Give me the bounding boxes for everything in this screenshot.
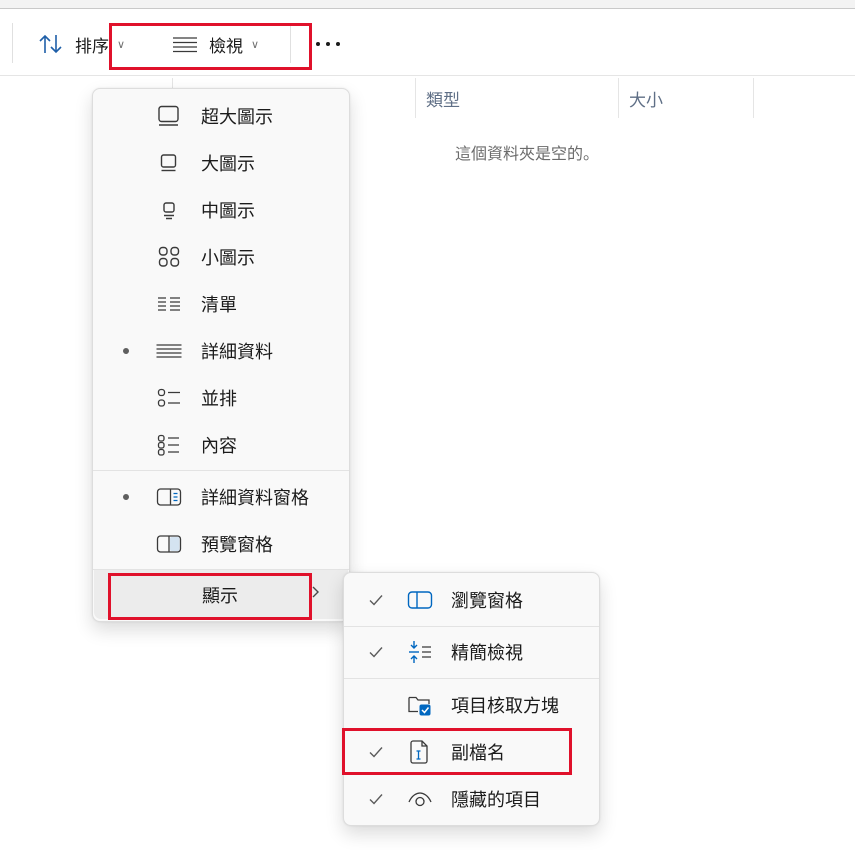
column-header-size[interactable]: 大小 xyxy=(619,78,753,118)
menu-separator xyxy=(344,678,599,679)
more-dot xyxy=(326,42,330,46)
empty-folder-message: 這個資料夾是空的。 xyxy=(455,144,600,163)
tiles-icon xyxy=(156,386,182,410)
menu-item-medium-icons[interactable]: 中圖示 xyxy=(93,188,349,232)
checkmark-icon xyxy=(368,644,384,660)
menu-item-label: 大圖示 xyxy=(201,154,255,175)
navigation-pane-icon xyxy=(407,588,433,612)
menu-item-label: 內容 xyxy=(201,436,237,457)
submenu-item-label: 項目核取方塊 xyxy=(451,696,559,717)
menu-item-large-icons[interactable]: 大圖示 xyxy=(93,141,349,185)
more-options-button[interactable] xyxy=(314,40,342,48)
menu-item-details[interactable]: 詳細資料 xyxy=(93,329,349,373)
small-icons-icon xyxy=(156,245,182,269)
menu-item-label: 詳細資料 xyxy=(201,342,273,363)
list-icon xyxy=(156,292,182,316)
menu-item-content[interactable]: 內容 xyxy=(93,423,349,467)
menu-item-small-icons[interactable]: 小圖示 xyxy=(93,235,349,279)
submenu-item-compact-view[interactable]: 精簡檢視 xyxy=(344,630,599,674)
checkmark-icon xyxy=(368,791,384,807)
details-icon xyxy=(156,339,182,363)
menu-separator xyxy=(344,626,599,627)
sort-label: 排序 xyxy=(75,36,109,57)
column-header-type-label: 類型 xyxy=(426,90,460,111)
column-header-size-label: 大小 xyxy=(629,90,663,111)
menu-item-label: 詳細資料窗格 xyxy=(201,488,309,509)
column-header-type[interactable]: 類型 xyxy=(416,78,618,118)
large-icons-icon xyxy=(156,151,182,175)
menu-item-label: 小圖示 xyxy=(201,248,255,269)
menu-item-label: 預覽窗格 xyxy=(201,535,273,556)
submenu-item-label: 隱藏的項目 xyxy=(451,790,541,811)
menu-item-details-pane[interactable]: 詳細資料窗格 xyxy=(93,475,349,519)
toolbar-separator xyxy=(12,23,13,63)
highlight-box-show-item xyxy=(108,573,312,620)
highlight-box-view-button xyxy=(109,23,312,70)
checkmark-icon xyxy=(368,592,384,608)
submenu-item-navigation-pane[interactable]: 瀏覽窗格 xyxy=(344,578,599,622)
menu-item-label: 超大圖示 xyxy=(201,107,273,128)
menu-item-label: 並排 xyxy=(201,389,237,410)
details-pane-icon xyxy=(156,485,182,509)
menu-separator xyxy=(93,470,349,471)
view-menu: 超大圖示 大圖示 中圖示 小圖示 清單 詳細資料 並排 內容 詳細資料窗格 預覽… xyxy=(92,88,350,622)
window-top-edge xyxy=(0,0,855,9)
menu-item-list[interactable]: 清單 xyxy=(93,282,349,326)
selected-bullet xyxy=(123,348,129,354)
menu-item-tiles[interactable]: 並排 xyxy=(93,376,349,420)
column-separator xyxy=(753,78,754,118)
show-submenu: 瀏覽窗格 精簡檢視 項目核取方塊 副檔名 隱藏的項目 xyxy=(343,572,600,826)
extra-large-icons-icon xyxy=(156,104,182,128)
medium-icons-icon xyxy=(156,198,182,222)
item-checkboxes-icon xyxy=(407,693,433,717)
highlight-box-file-extensions xyxy=(342,728,572,775)
menu-item-label: 中圖示 xyxy=(201,201,255,222)
more-dot xyxy=(316,42,320,46)
content-icon xyxy=(156,433,182,457)
menu-item-preview-pane[interactable]: 預覽窗格 xyxy=(93,522,349,566)
submenu-item-label: 瀏覽窗格 xyxy=(451,591,523,612)
more-dot xyxy=(336,42,340,46)
menu-item-extra-large-icons[interactable]: 超大圖示 xyxy=(93,94,349,138)
eye-icon xyxy=(407,787,433,811)
submenu-item-item-checkboxes[interactable]: 項目核取方塊 xyxy=(344,683,599,727)
submenu-item-label: 精簡檢視 xyxy=(451,643,523,664)
sort-icon xyxy=(38,33,64,55)
selected-bullet xyxy=(123,494,129,500)
submenu-item-hidden-items[interactable]: 隱藏的項目 xyxy=(344,777,599,821)
compact-view-icon xyxy=(407,640,433,664)
menu-item-label: 清單 xyxy=(201,295,237,316)
preview-pane-icon xyxy=(156,532,182,556)
